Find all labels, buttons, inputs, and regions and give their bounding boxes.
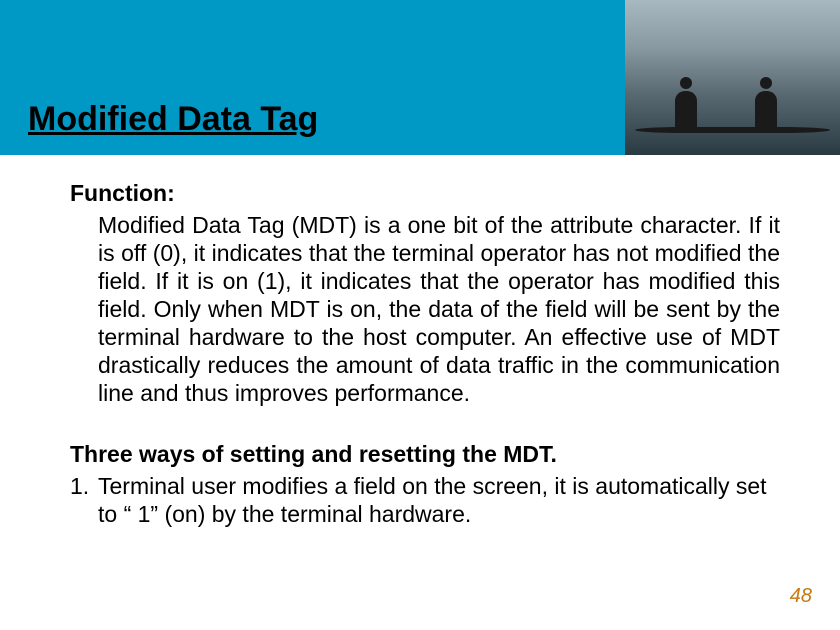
ways-item-text: Terminal user modifies a field on the sc… [98, 472, 780, 528]
header: Modified Data Tag [0, 0, 840, 155]
slide-body: Function: Modified Data Tag (MDT) is a o… [70, 180, 780, 528]
ways-item-1: 1. Terminal user modifies a field on the… [70, 472, 780, 528]
function-text: Modified Data Tag (MDT) is a one bit of … [98, 211, 780, 407]
slide: Modified Data Tag Function: Modified Dat… [0, 0, 840, 630]
slide-title: Modified Data Tag [0, 100, 318, 139]
ways-item-number: 1. [70, 472, 98, 528]
function-label: Function: [70, 180, 780, 207]
ways-label: Three ways of setting and resetting the … [70, 441, 780, 468]
ways-block: Three ways of setting and resetting the … [70, 441, 780, 528]
page-number: 48 [790, 585, 812, 608]
title-block: Modified Data Tag [0, 92, 840, 147]
